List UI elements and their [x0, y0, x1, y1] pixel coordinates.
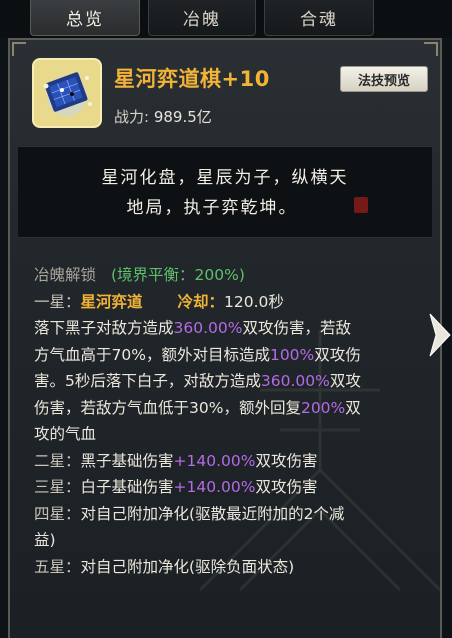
star-4-text: 对自己附加净化(驱散最近附加的2个减 [80, 504, 345, 523]
realm-balance-status: (境界平衡：200%) [110, 266, 245, 284]
star-1-label: 一星： [34, 292, 81, 311]
cooldown-value: 120.0秒 [223, 292, 284, 311]
star-4-text: 益) [34, 531, 56, 549]
star-1-text: 双 [345, 398, 361, 417]
star-1-text: 双攻 [329, 372, 361, 390]
tab-refine-soul[interactable]: 冶魄 [148, 0, 256, 36]
damage-percent: 100% [269, 345, 315, 364]
star-5-label: 五星： [34, 557, 81, 576]
star-1-text: 双攻伤 [314, 345, 361, 364]
star-2-text: 双攻伤害 [255, 451, 318, 470]
flavor-line-1: 星河化盘，星辰为子，纵横天 [101, 168, 349, 188]
tab-merge-soul[interactable]: 合魂 [264, 0, 374, 36]
combat-power: 战力: 989.5亿 [114, 106, 212, 127]
damage-percent: 360.00% [173, 319, 243, 337]
star-3-label: 三星： [34, 478, 81, 496]
star-river-chessboard-icon[interactable] [32, 58, 102, 128]
item-name: 星河弈道棋+10 [114, 67, 270, 91]
combat-power-label: 战力: [114, 108, 150, 126]
star-1-text: 方气血高于70%，额外对目标造成 [34, 345, 270, 364]
item-detail-panel: 星河弈道棋+10 战力: 989.5亿 法技预览 星河化盘，星辰为子，纵横天 地… [8, 38, 442, 638]
skill-description: 冶魄解锁 (境界平衡：200%) 一星：星河弈道 冷却：120.0秒 落下黑子对… [34, 262, 440, 580]
star-4-label: 四星： [34, 504, 81, 523]
cooldown-label: 冷却： [177, 292, 224, 311]
star-2-label: 二星： [34, 451, 81, 470]
next-arrow-icon[interactable] [428, 310, 452, 360]
star-1-text: 双攻伤害，若敌 [242, 319, 351, 337]
star-3-percent: +140.00% [173, 478, 256, 496]
star-3-text: 白子基础伤害 [80, 478, 174, 496]
unlock-title: 冶魄解锁 [34, 266, 97, 284]
tab-bar: 总览 冶魄 合魂 [0, 0, 452, 38]
flavor-line-2: 地局，执子弈乾坤。 [126, 198, 298, 218]
star-1-text: 落下黑子对敌方造成 [34, 319, 174, 337]
star-2-percent: +140.00% [173, 451, 256, 470]
seal-icon [354, 197, 368, 213]
star-1-text: 伤害，若敌方气血低于30%，额外回复 [34, 398, 301, 417]
damage-percent: 360.00% [260, 372, 330, 390]
star-1-text: 害。5秒后落下白子，对敌方造成 [34, 372, 261, 390]
item-flavor-text: 星河化盘，星辰为子，纵横天 地局，执子弈乾坤。 [18, 146, 432, 238]
combat-power-value: 989.5亿 [153, 108, 212, 126]
panel-corner-decoration [424, 42, 438, 56]
skill-preview-button[interactable]: 法技预览 [340, 66, 428, 92]
panel-corner-decoration [12, 42, 26, 56]
heal-percent: 200% [300, 398, 346, 417]
star-1-text: 攻的气血 [34, 425, 97, 443]
tab-overview[interactable]: 总览 [30, 0, 140, 36]
star-3-text: 双攻伤害 [255, 478, 318, 496]
star-5-text: 对自己附加净化(驱除负面状态) [80, 557, 295, 576]
skill-name: 星河弈道 [80, 292, 143, 311]
star-2-text: 黑子基础伤害 [80, 451, 174, 470]
